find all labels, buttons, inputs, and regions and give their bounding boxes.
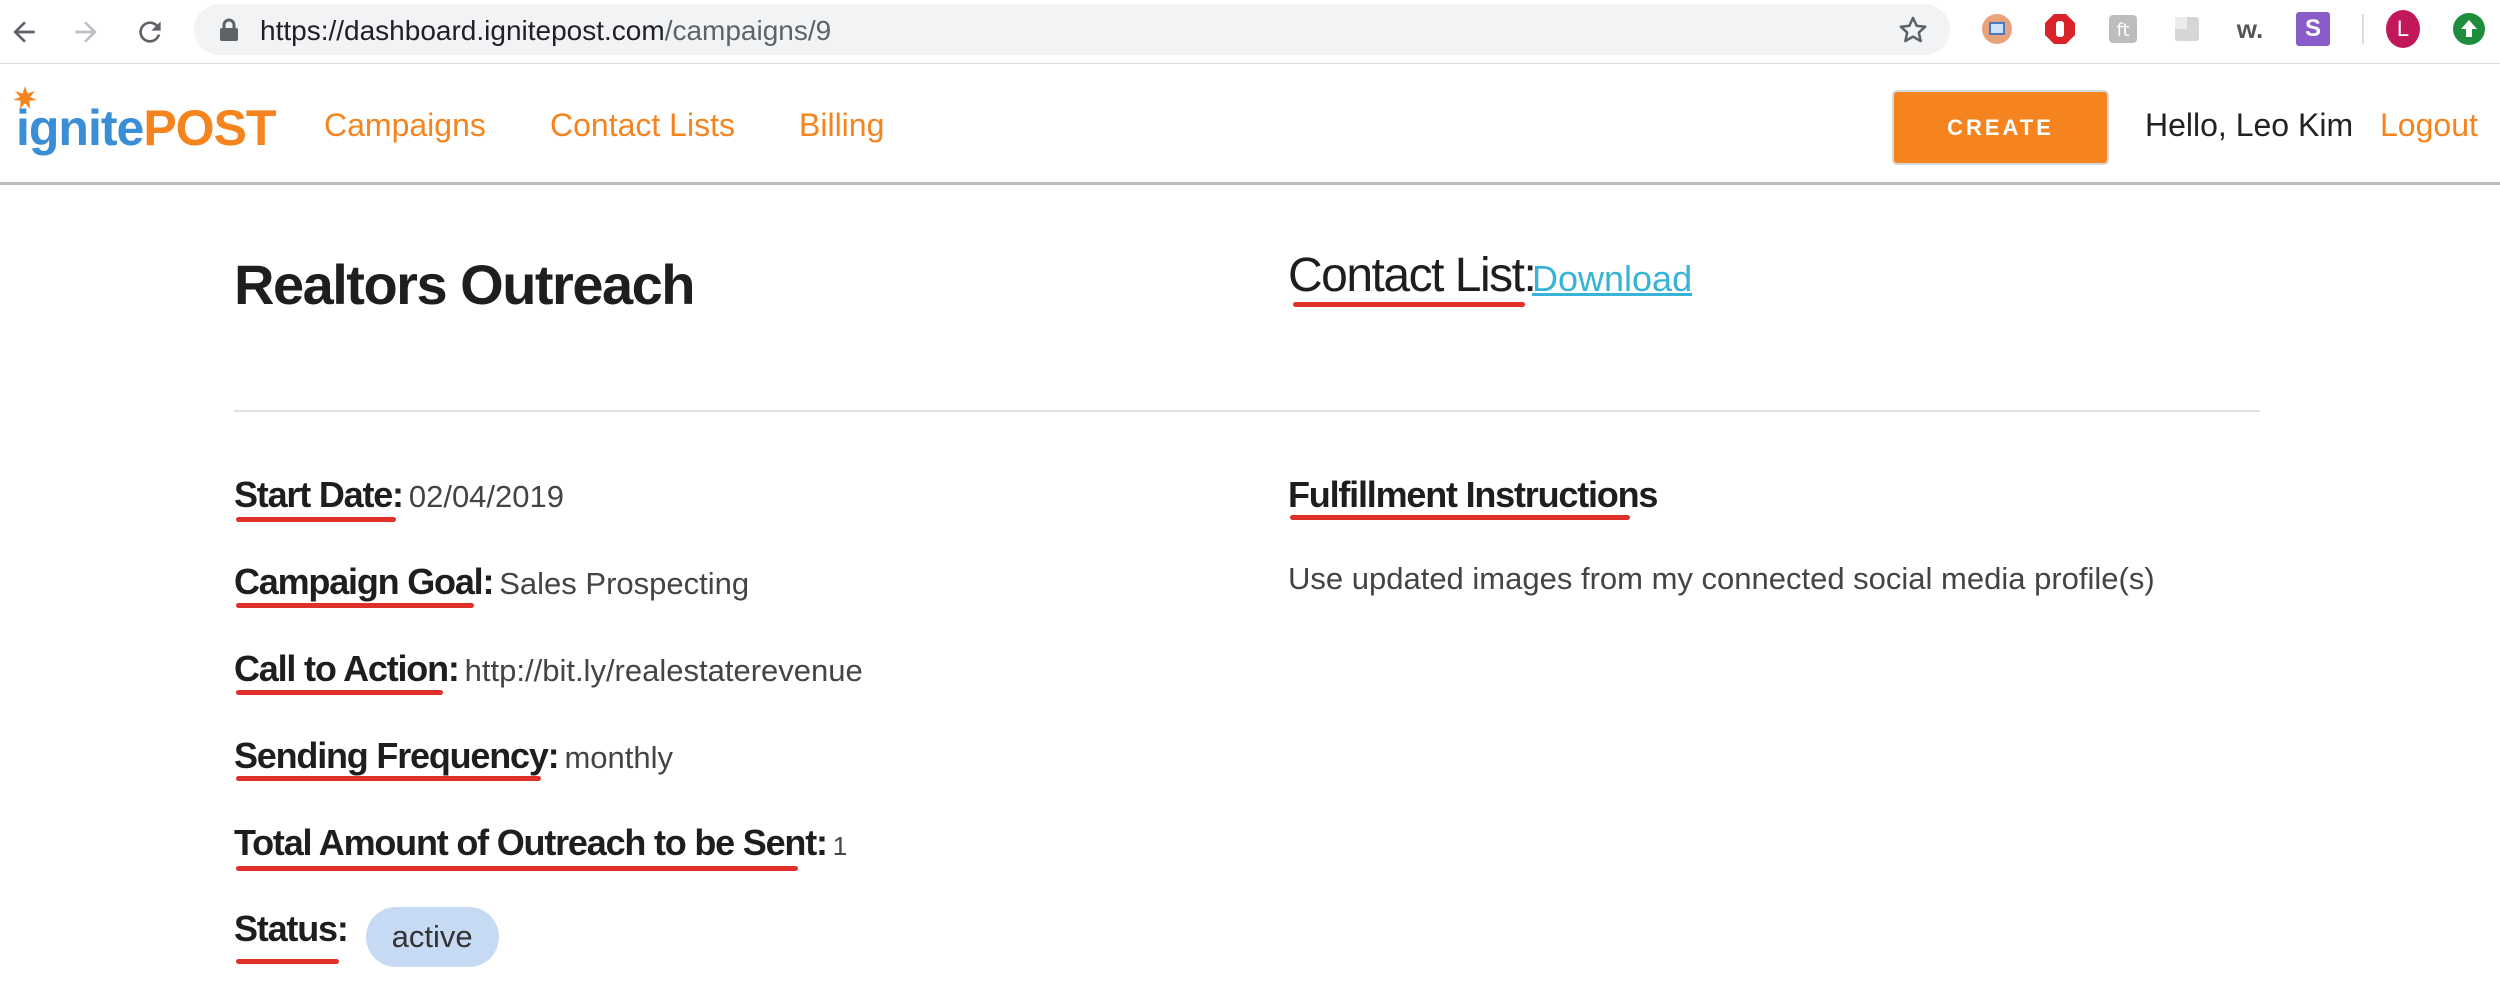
update-icon[interactable]	[2452, 12, 2486, 46]
nav-contact-lists[interactable]: Contact Lists	[550, 107, 735, 144]
campaign-title: Realtors Outreach	[234, 253, 696, 316]
arrow-right-icon	[75, 21, 97, 43]
sending-frequency-field: Sending Frequency: monthly	[234, 735, 673, 777]
call-to-action-field: Call to Action: http://bit.ly/realestater…	[234, 648, 863, 690]
status-field: Status: active	[234, 907, 499, 967]
campaign-goal-field: Campaign Goal: Sales Prospecting	[234, 561, 749, 603]
extension-w-label: w.	[2236, 13, 2264, 44]
fulfillment-instructions-label: Fulfillment Instructions	[1288, 474, 1658, 515]
ignitepost-logo[interactable]: ignitePOST	[16, 99, 276, 157]
extension-w-icon[interactable]: w.	[2233, 12, 2267, 46]
annotation-underline	[1293, 302, 1525, 307]
reload-icon	[139, 21, 161, 43]
svg-text:ft: ft	[2116, 20, 2129, 41]
extension-glyph-icon[interactable]: ft	[2106, 12, 2140, 46]
start-date-field: Start Date: 02/04/2019	[234, 474, 564, 516]
arrow-left-icon	[13, 21, 35, 43]
profile-avatar[interactable]: L	[2386, 10, 2420, 48]
extension-stop-icon[interactable]	[2043, 12, 2077, 46]
fulfillment-instructions-text: Use updated images from my connected soc…	[1288, 561, 2155, 596]
annotation-underline	[1290, 515, 1630, 520]
nav-billing[interactable]: Billing	[799, 107, 884, 144]
back-button[interactable]	[2, 10, 46, 54]
contact-list-label: Contact List:	[1288, 249, 1537, 302]
logout-link[interactable]: Logout	[2380, 107, 2478, 144]
annotation-underline	[236, 690, 443, 695]
reload-button[interactable]	[128, 10, 172, 54]
start-date-label: Start Date:	[234, 474, 404, 515]
browser-toolbar: https://dashboard.ignitepost.com/campaig…	[0, 0, 2500, 64]
url-text: https://dashboard.ignitepost.com/campaig…	[260, 15, 831, 47]
extension-note-icon[interactable]	[2170, 12, 2204, 46]
annotation-underline	[236, 959, 339, 964]
extension-s-badge: S	[2296, 12, 2330, 46]
campaign-goal-label: Campaign Goal:	[234, 561, 494, 602]
profile-initial: L	[2386, 10, 2420, 48]
annotation-underline	[236, 776, 541, 781]
annotation-underline	[236, 517, 396, 522]
nav-campaigns[interactable]: Campaigns	[324, 107, 486, 144]
annotation-underline	[236, 866, 798, 871]
call-to-action-label: Call to Action:	[234, 648, 460, 689]
section-divider	[234, 410, 2260, 412]
sending-frequency-label: Sending Frequency:	[234, 735, 560, 776]
sending-frequency-value: monthly	[564, 740, 673, 775]
download-link[interactable]: Download	[1532, 258, 1692, 300]
user-greeting: Hello, Leo Kim	[2145, 107, 2354, 143]
status-label: Status:	[234, 908, 349, 950]
logo-ignite-text: ignite	[16, 100, 144, 156]
annotation-underline	[236, 603, 474, 608]
site-header: ignitePOST Campaigns Contact Lists Billi…	[0, 65, 2500, 185]
logo-post-text: POST	[143, 100, 276, 156]
url-path: /campaigns/9	[664, 15, 832, 46]
campaign-goal-value: Sales Prospecting	[499, 566, 750, 601]
create-button[interactable]: CREATE	[1892, 90, 2109, 165]
total-outreach-value: 1	[832, 831, 848, 861]
start-date-value: 02/04/2019	[408, 479, 564, 514]
status-badge: active	[365, 907, 499, 967]
bookmark-star-icon[interactable]	[1896, 13, 1930, 47]
lock-icon	[220, 18, 238, 41]
total-outreach-field: Total Amount of Outreach to be Sent: 1	[234, 822, 847, 864]
total-outreach-label: Total Amount of Outreach to be Sent:	[234, 822, 828, 863]
call-to-action-value: http://bit.ly/realestaterevenue	[464, 653, 863, 688]
toolbar-separator	[2362, 14, 2364, 44]
extension-image-icon[interactable]	[1980, 12, 2014, 46]
url-host: https://dashboard.ignitepost.com	[260, 15, 665, 46]
forward-button[interactable]	[64, 10, 108, 54]
address-bar[interactable]: https://dashboard.ignitepost.com/campaig…	[194, 4, 1950, 55]
extension-s-icon[interactable]: S	[2296, 12, 2330, 46]
